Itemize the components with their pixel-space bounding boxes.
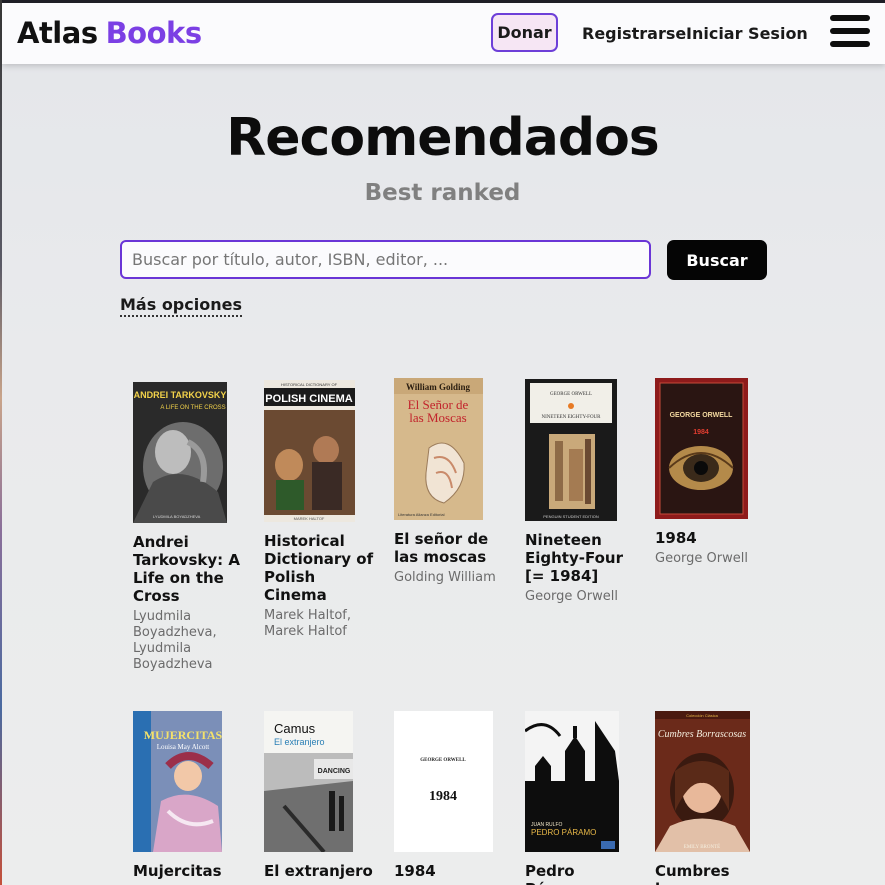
book-cover[interactable]: GEORGE ORWELL NINETEEN EIGHTY-FOUR PENGU… <box>525 379 617 521</box>
hamburger-menu-icon[interactable] <box>830 15 870 51</box>
svg-text:HISTORICAL DICTIONARY OF: HISTORICAL DICTIONARY OF <box>281 382 338 387</box>
book-author: George Orwell <box>655 551 748 566</box>
svg-text:POLISH CINEMA: POLISH CINEMA <box>265 393 352 405</box>
book-cover[interactable]: HISTORICAL DICTIONARY OF POLISH CINEMA M… <box>264 380 355 522</box>
book-card[interactable]: GEORGE ORWELL 1984 1984 <box>394 711 506 884</box>
svg-text:GEORGE ORWELL: GEORGE ORWELL <box>670 412 734 419</box>
svg-text:Literatura Alianza Editorial: Literatura Alianza Editorial <box>398 512 445 517</box>
svg-text:EMILY BRONTË: EMILY BRONTË <box>684 844 720 850</box>
svg-text:Camus: Camus <box>274 721 316 736</box>
book-cover[interactable]: ANDREI TARKOVSKY A LIFE ON THE CROSS LYU… <box>133 382 227 523</box>
book-cover[interactable]: GEORGE ORWELL 1984 <box>394 711 493 852</box>
book-author: Marek Haltof, Marek Haltof <box>264 608 352 639</box>
book-title[interactable]: Mujercitas <box>133 862 245 880</box>
svg-text:1984: 1984 <box>693 429 709 436</box>
svg-text:MAREK HALTOF: MAREK HALTOF <box>294 516 325 521</box>
book-card[interactable]: GEORGE ORWELL NINETEEN EIGHTY-FOUR PENGU… <box>525 379 637 605</box>
svg-text:MUJERCITAS: MUJERCITAS <box>144 728 222 742</box>
search-button[interactable]: Buscar <box>667 240 767 280</box>
book-title[interactable]: Andrei Tarkovsky: A Life on the Cross <box>133 533 245 605</box>
book-title[interactable]: Historical Dictionary of Polish Cinema <box>264 532 376 604</box>
book-author: Golding William <box>394 570 496 585</box>
book-author: George Orwell <box>525 589 618 604</box>
book-cover[interactable]: JUAN RULFO PEDRO PÁRAMO <box>525 711 619 852</box>
book-card[interactable]: William Golding El Señor de las Moscas L… <box>394 378 506 586</box>
book-author: Lyudmila Boyadzheva, Lyudmila Boyadzheva <box>133 609 217 672</box>
book-card[interactable]: JUAN RULFO PEDRO PÁRAMO Pedro Páramo <box>525 711 637 885</box>
search-input[interactable] <box>120 240 651 279</box>
book-cover[interactable]: Colección Clásica Cumbres Borrascosas EM… <box>655 711 750 852</box>
book-title[interactable]: El extranjero <box>264 862 376 880</box>
page-subtitle: Best ranked <box>364 180 521 206</box>
book-title[interactable]: 1984 <box>394 862 506 880</box>
svg-text:A LIFE ON THE CROSS: A LIFE ON THE CROSS <box>160 405 225 411</box>
svg-text:DANCING: DANCING <box>318 768 351 775</box>
svg-text:El extranjero: El extranjero <box>274 737 325 747</box>
svg-text:las Moscas: las Moscas <box>409 410 466 425</box>
svg-text:PEDRO PÁRAMO: PEDRO PÁRAMO <box>531 828 596 837</box>
login-link[interactable]: Iniciar Sesion <box>686 24 808 43</box>
svg-text:LYUDMILA BOYADZHEVA: LYUDMILA BOYADZHEVA <box>153 514 201 519</box>
book-title[interactable]: Pedro Páramo <box>525 862 637 885</box>
svg-text:GEORGE ORWELL: GEORGE ORWELL <box>550 392 592 397</box>
svg-text:1984: 1984 <box>429 789 457 804</box>
book-card[interactable]: MUJERCITAS Louisa May Alcott Mujercitas <box>133 711 245 884</box>
book-title[interactable]: Nineteen Eighty-Four [= 1984] <box>525 531 637 585</box>
svg-text:Louisa May Alcott: Louisa May Alcott <box>157 743 210 751</box>
site-logo[interactable]: Atlas Books <box>17 16 202 50</box>
book-card[interactable]: HISTORICAL DICTIONARY OF POLISH CINEMA M… <box>264 380 376 640</box>
svg-text:Cumbres Borrascosas: Cumbres Borrascosas <box>658 729 746 740</box>
svg-text:PENGUIN STUDENT EDITION: PENGUIN STUDENT EDITION <box>543 514 599 519</box>
svg-text:NINETEEN EIGHTY-FOUR: NINETEEN EIGHTY-FOUR <box>541 415 601 420</box>
book-cover[interactable]: MUJERCITAS Louisa May Alcott <box>133 711 222 852</box>
donate-button[interactable]: Donar <box>491 13 558 52</box>
book-card[interactable]: Camus El extranjero DANCING El extranjer… <box>264 711 376 884</box>
book-card[interactable]: Colección Clásica Cumbres Borrascosas EM… <box>655 711 767 885</box>
top-navbar: Atlas Books Donar Registrarse Iniciar Ses… <box>2 0 885 64</box>
logo-books-text: Books <box>105 16 203 50</box>
book-card[interactable]: GEORGE ORWELL 1984 1984 George Orwell <box>655 378 767 567</box>
svg-text:ANDREI TARKOVSKY: ANDREI TARKOVSKY <box>134 390 227 400</box>
page-title: Recomendados <box>226 108 660 168</box>
book-cover[interactable]: Camus El extranjero DANCING <box>264 711 353 852</box>
book-cover[interactable]: William Golding El Señor de las Moscas L… <box>394 378 483 520</box>
more-options-link[interactable]: Más opciones <box>120 295 242 317</box>
logo-atlas-text: Atlas <box>17 16 98 50</box>
svg-text:GEORGE ORWELL: GEORGE ORWELL <box>420 758 466 763</box>
book-card[interactable]: ANDREI TARKOVSKY A LIFE ON THE CROSS LYU… <box>133 382 245 673</box>
register-link[interactable]: Registrarse <box>582 24 686 43</box>
book-cover[interactable]: GEORGE ORWELL 1984 <box>655 378 748 519</box>
book-title[interactable]: Cumbres borrascosas <box>655 862 767 885</box>
book-title[interactable]: El señor de las moscas <box>394 530 506 566</box>
svg-text:Colección Clásica: Colección Clásica <box>686 713 719 718</box>
svg-text:William Golding: William Golding <box>406 382 471 392</box>
book-title[interactable]: 1984 <box>655 529 767 547</box>
